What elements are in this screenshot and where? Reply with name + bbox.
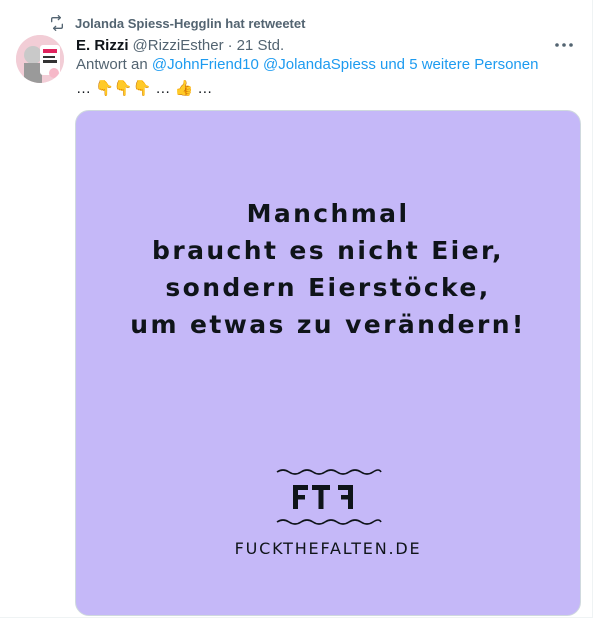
- more-mentions-link[interactable]: und 5 weitere Personen: [380, 56, 538, 73]
- quote-line: braucht es nicht Eier,: [152, 236, 504, 265]
- reply-context: Antwort an @JohnFriend10 @JolandaSpiess …: [76, 56, 538, 73]
- timestamp[interactable]: 21 Std.: [237, 37, 285, 54]
- image-quote: Manchmal braucht es nicht Eier, sondern …: [76, 195, 580, 343]
- author-handle[interactable]: @RizziEsther: [133, 37, 224, 54]
- retweet-label[interactable]: Jolanda Spiess-Hegglin hat retweetet: [75, 16, 305, 31]
- quote-line: Manchmal: [246, 199, 410, 228]
- quote-line: sondern Eierstöcke,: [165, 273, 491, 302]
- retweet-indicator: Jolanda Spiess-Hegglin hat retweetet: [49, 14, 305, 32]
- retweet-icon: [49, 15, 65, 31]
- tweet-text: … 👇👇👇 … 👍 …: [76, 80, 213, 97]
- more-dots-icon: [555, 43, 573, 47]
- tweet-header: E. Rizzi @RizziEsther · 21 Std.: [76, 35, 577, 55]
- ftf-logo: [276, 469, 382, 525]
- tweet[interactable]: Jolanda Spiess-Hegglin hat retweetet E. …: [0, 0, 593, 618]
- more-options-button[interactable]: [551, 33, 577, 57]
- quote-line: um etwas zu verändern!: [130, 310, 526, 339]
- tweet-image[interactable]: Manchmal braucht es nicht Eier, sondern …: [75, 110, 581, 616]
- site-url: FUCKTHEFALTEN.DE: [234, 539, 422, 558]
- avatar[interactable]: [16, 35, 64, 83]
- separator-dot: ·: [227, 36, 233, 54]
- mention-link[interactable]: @JolandaSpiess: [263, 56, 376, 73]
- mention-link[interactable]: @JohnFriend10: [152, 56, 259, 73]
- author-name[interactable]: E. Rizzi: [76, 37, 129, 54]
- reply-prefix: Antwort an: [76, 56, 148, 73]
